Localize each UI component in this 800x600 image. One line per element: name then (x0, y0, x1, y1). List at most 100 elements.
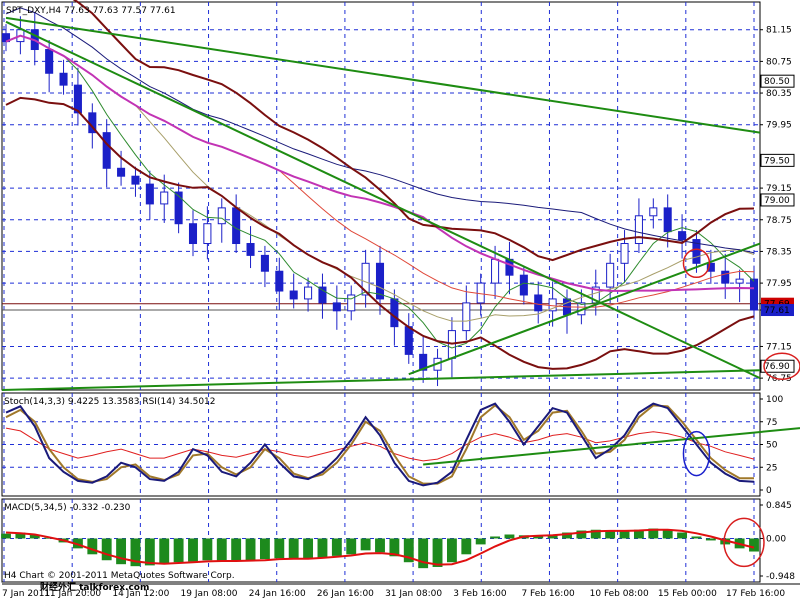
price-chart-title: SPT_DXY,H4 77.63 77.63 77.57 77.61 (6, 6, 176, 16)
y-tick-label: 78.35 (766, 247, 792, 257)
y-tick-label: 0.845 (766, 501, 792, 511)
candle-body (390, 298, 399, 328)
current-price-label: 77.61 (764, 306, 790, 316)
macd-bar (259, 538, 270, 560)
candle-body (606, 262, 615, 288)
y-tick-label: 78.75 (766, 216, 792, 226)
candle-body (203, 223, 212, 245)
y-tick-label: 79.15 (766, 184, 792, 194)
y-tick-label: 81.15 (766, 26, 792, 36)
macd-bar (159, 538, 170, 565)
macd-bar (504, 534, 515, 539)
candle-body (332, 302, 341, 312)
x-tick-label: 19 Jan 08:00 (181, 589, 238, 599)
x-tick-label: 3 Feb 16:00 (453, 589, 507, 599)
candle-body (145, 183, 154, 205)
macd-bar (202, 538, 213, 561)
y-tick-label: 50 (766, 441, 778, 451)
macd-bar (173, 538, 184, 563)
y-tick-label: 76.90 (764, 362, 790, 372)
y-tick-label: 0.00 (766, 534, 786, 544)
y-tick-label: 80.35 (766, 89, 792, 99)
candle-body (289, 290, 298, 300)
macd-bar (360, 538, 371, 551)
y-tick-label: 80.75 (766, 57, 792, 67)
candle-body (260, 254, 269, 272)
candle-body (735, 278, 744, 284)
macd-bar (245, 538, 256, 561)
macd-bar (461, 538, 472, 555)
x-tick-label: 10 Feb 08:00 (590, 589, 649, 599)
candle-body (649, 207, 658, 217)
candle-body (174, 191, 183, 225)
macd-bar (677, 532, 688, 539)
macd-bar (1, 533, 11, 539)
candle-body (534, 294, 543, 312)
y-tick-label: 77.95 (766, 279, 792, 289)
candle-body (304, 286, 313, 300)
macd-bar (288, 538, 299, 559)
macd-bar (619, 531, 630, 539)
macd-bar (274, 538, 285, 559)
macd-bar (432, 538, 443, 567)
x-tick-label: 17 Feb 16:00 (726, 589, 785, 599)
candle-body (749, 278, 759, 311)
watermark-text: 财经外汇 talkforex.com (39, 581, 149, 593)
macd-bar (490, 536, 501, 539)
candle-body (188, 223, 198, 245)
candle-body (678, 231, 687, 241)
macd-bar (331, 538, 342, 556)
macd-bar (475, 538, 486, 545)
y-tick-label: 75 (766, 418, 777, 428)
y-tick-label: 79.50 (764, 156, 790, 166)
macd-bar (144, 538, 155, 566)
y-tick-label: 0 (766, 486, 772, 496)
macd-bar (216, 538, 227, 561)
candle-body (462, 302, 471, 332)
candle-body (663, 207, 672, 233)
macd-bar (231, 538, 242, 562)
candle-body (634, 215, 643, 245)
macd-bar (691, 536, 702, 539)
chart-window: 7 Jan 2011 11 Jan 20:00 14 Jan 12:00 19 Jan… (0, 0, 800, 600)
macd-bar (188, 538, 198, 562)
macd-bar (749, 538, 759, 552)
candle-body (246, 243, 255, 256)
candle-body (45, 49, 54, 74)
macd-bar (317, 538, 328, 558)
x-tick-label: 24 Jan 16:00 (249, 589, 306, 599)
macd-bar (705, 538, 716, 541)
candle-body (491, 258, 500, 284)
candle-body (519, 274, 528, 296)
candle-body (404, 326, 413, 355)
macd-bar (375, 538, 385, 553)
candle-body (620, 243, 629, 264)
forex-chart: 7 Jan 201111 Jan 20:00 14 Jan 12:00 19 Jan… (0, 0, 800, 600)
y-tick-label: 79.00 (764, 196, 790, 206)
y-tick-label: 25 (766, 463, 777, 473)
x-tick-label: 31 Jan 08:00 (385, 589, 442, 599)
candle-body (160, 191, 169, 205)
candle-body (131, 175, 140, 185)
stoch-chart-title: Stoch(14,3,3) 9.4225 13.3583 RSI(14) 34.… (4, 397, 216, 407)
candle-body (117, 167, 126, 177)
candle-body (59, 72, 68, 86)
y-tick-label: 80.50 (764, 77, 790, 87)
macd-bar (303, 538, 314, 560)
candle-body (721, 270, 730, 284)
macd-chart-title: MACD(5,34,5) -0.332 -0.230 (4, 503, 131, 513)
copyright-text: H4 Chart © 2001-2011 MetaQuotes Software… (4, 571, 235, 581)
x-tick-label: 7 Feb 16:00 (521, 589, 575, 599)
candle-body (318, 286, 327, 304)
macd-bar (662, 529, 673, 539)
x-tick-label: 26 Jan 16:00 (317, 589, 374, 599)
macd-bar (346, 538, 357, 555)
x-tick-label: 15 Feb 00:00 (658, 589, 717, 599)
y-tick-label: 77.15 (766, 342, 792, 352)
candle-body (217, 207, 226, 225)
macd-bar (116, 538, 127, 565)
y-tick-label: 79.95 (766, 121, 792, 131)
y-tick-label: -0.948 (766, 572, 795, 582)
y-tick-label: 100 (766, 395, 783, 405)
candle-body (275, 270, 284, 292)
